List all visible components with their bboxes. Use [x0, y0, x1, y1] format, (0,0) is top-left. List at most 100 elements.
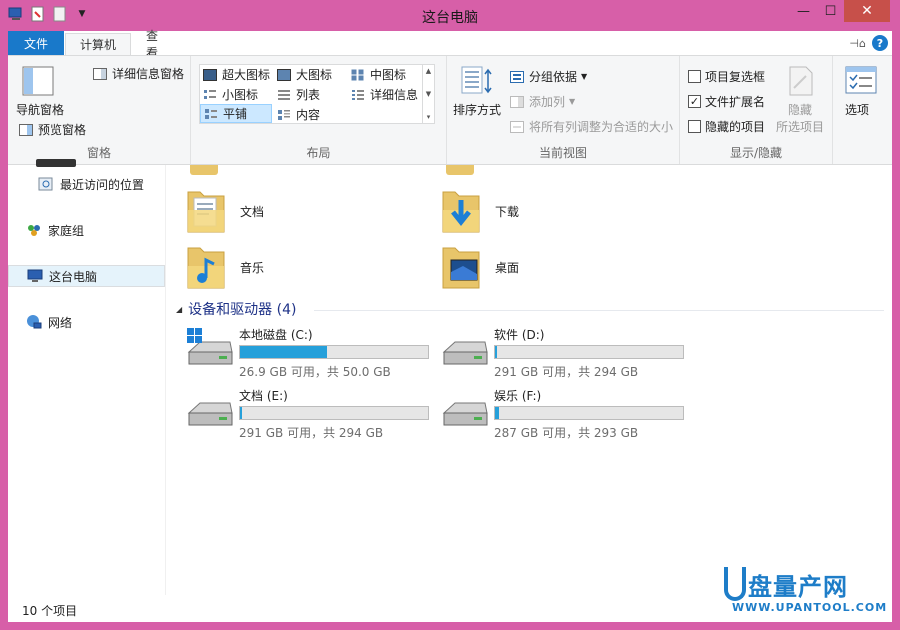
drive-tile[interactable]: 软件 (D:) 291 GB 可用，共 294 GB — [441, 326, 691, 380]
preview-pane-icon — [18, 123, 34, 137]
layout-tiles[interactable]: 平铺 — [200, 104, 272, 123]
layout-gallery: 超大图标 大图标 中图标 小图标 列表 详细信息 平铺 内容 ▲ ▼ ▾ — [199, 64, 435, 124]
details-pane-button[interactable]: 详细信息窗格 — [92, 65, 184, 82]
nav-item-label: 网络 — [48, 315, 73, 330]
layout-item-label: 内容 — [296, 108, 321, 122]
tab-file[interactable]: 文件 — [8, 31, 64, 55]
layout-item-label: 平铺 — [223, 107, 248, 121]
sort-by-button[interactable]: 排序方式 — [453, 101, 501, 118]
hidden-items-label: 隐藏的项目 — [705, 120, 766, 134]
pin-ribbon-icon[interactable]: ⊣⌂ — [849, 37, 866, 50]
nav-item-recent-places[interactable]: 最近访问的位置 — [8, 173, 165, 195]
hide-selected-items-icon[interactable] — [788, 66, 814, 99]
item-checkboxes-label: 项目复选框 — [705, 70, 766, 84]
hard-drive-icon — [442, 402, 488, 426]
nav-item-network[interactable]: 网络 — [8, 311, 165, 333]
file-extensions-toggle[interactable]: ✓ 文件扩展名 — [688, 93, 765, 110]
drive-usage-fill — [240, 346, 327, 358]
preview-pane-label: 预览窗格 — [38, 123, 87, 137]
options-button[interactable]: 选项 — [845, 101, 869, 118]
nav-item-homegroup[interactable]: 家庭组 — [8, 219, 165, 241]
expand-gallery-icon[interactable]: ▾ — [427, 113, 431, 121]
minimize-button[interactable]: — — [790, 0, 817, 22]
title-bar: ▼ 这台电脑 — ☐ ✕ — [0, 0, 900, 31]
layout-details[interactable]: 详细信息 — [348, 85, 422, 104]
network-icon — [26, 315, 42, 329]
layout-large-icons[interactable]: 大图标 — [274, 65, 346, 84]
navigation-pane-button[interactable]: 导航窗格 — [16, 101, 64, 118]
drive-tile[interactable]: 文档 (E:) 291 GB 可用，共 294 GB — [186, 387, 436, 441]
add-columns-button[interactable]: 添加列 ▼ — [509, 93, 575, 110]
sort-by-icon[interactable] — [461, 66, 495, 99]
folder-tile[interactable]: 下载 — [441, 185, 661, 235]
scroll-down-icon[interactable]: ▼ — [426, 90, 431, 98]
folder-tile[interactable]: 文档 — [186, 185, 406, 235]
group-label-panes: 窗格 — [86, 146, 111, 160]
drive-space-info: 291 GB 可用，共 294 GB — [239, 426, 384, 440]
file-extensions-checkbox[interactable]: ✓ — [688, 95, 701, 108]
preview-pane-button[interactable]: 预览窗格 — [18, 121, 86, 138]
hidden-items-checkbox[interactable] — [688, 120, 701, 133]
layout-item-label: 大图标 — [296, 68, 333, 82]
window-frame: ▼ 这台电脑 — ☐ ✕ 文件 计算机 查看 ⊣⌂ ? 导航窗格 预览窗格 详细… — [0, 0, 900, 630]
nav-item-label: 这台电脑 — [49, 269, 98, 284]
music-folder-icon — [187, 247, 225, 289]
hard-drive-icon — [187, 402, 233, 426]
layout-gallery-scroll[interactable]: ▲ ▼ ▾ — [422, 65, 434, 123]
drive-space-info: 291 GB 可用，共 294 GB — [494, 365, 639, 379]
item-checkboxes-toggle[interactable]: 项目复选框 — [688, 68, 765, 85]
drive-tile[interactable]: 本地磁盘 (C:) 26.9 GB 可用，共 50.0 GB — [186, 326, 436, 380]
group-label-show-hide: 显示/隐藏 — [729, 146, 783, 160]
folder-tile[interactable]: 音乐 — [186, 241, 406, 291]
nav-item-label: 家庭组 — [48, 223, 85, 238]
navigation-pane: 最近访问的位置 家庭组 这台电脑 网络 — [8, 159, 166, 595]
devices-section-header[interactable]: ◢ 设备和驱动器 (4) — [176, 299, 296, 319]
size-all-columns-label: 将所有列调整为合适的大小 — [529, 120, 674, 134]
options-icon[interactable] — [845, 66, 877, 97]
computer-icon — [27, 269, 43, 283]
watermark-sub-text: WWW.UPANTOOL.COM — [732, 601, 888, 614]
tab-computer[interactable]: 计算机 — [65, 33, 131, 55]
nav-item-this-pc[interactable]: 这台电脑 — [8, 265, 165, 287]
group-panes: 导航窗格 预览窗格 详细信息窗格 窗格 — [8, 56, 191, 164]
drive-tile[interactable]: 娱乐 (F:) 287 GB 可用，共 293 GB — [441, 387, 691, 441]
content-area: 最近访问的位置 家庭组 这台电脑 网络 文档 下载 音乐 桌面 ◢ 设备和驱动器… — [8, 159, 892, 595]
help-icon[interactable]: ? — [872, 35, 888, 51]
devices-section-title: 设备和驱动器 (4) — [188, 302, 297, 318]
folder-name: 桌面 — [495, 261, 520, 275]
watermark-logo: 盘量产网 WWW.UPANTOOL.COM — [724, 567, 888, 619]
layout-list[interactable]: 列表 — [274, 85, 346, 104]
recent-places-icon — [38, 177, 54, 191]
drive-space-info: 26.9 GB 可用，共 50.0 GB — [239, 365, 391, 379]
file-list: 文档 下载 音乐 桌面 ◢ 设备和驱动器 (4) 本地磁盘 (C:) 26.9 … — [166, 165, 892, 595]
collapse-section-icon[interactable]: ◢ — [176, 305, 182, 314]
layout-small-icons[interactable]: 小图标 — [200, 85, 273, 104]
window-title: 这台电脑 — [422, 10, 478, 26]
extra-large-icons-icon — [202, 68, 218, 82]
details-icon — [350, 88, 366, 102]
layout-extra-large-icons[interactable]: 超大图标 — [200, 65, 273, 84]
group-by-button[interactable]: 分组依据 ▼ — [509, 68, 587, 85]
close-button[interactable]: ✕ — [844, 0, 890, 22]
folder-tile[interactable]: 桌面 — [441, 241, 661, 291]
maximize-button[interactable]: ☐ — [817, 0, 844, 22]
item-count: 10 个项目 — [22, 604, 78, 618]
hidden-items-toggle[interactable]: 隐藏的项目 — [688, 118, 765, 135]
layout-content[interactable]: 内容 — [274, 105, 346, 124]
file-extensions-label: 文件扩展名 — [705, 95, 766, 109]
item-checkboxes-checkbox[interactable] — [688, 70, 701, 83]
layout-medium-icons[interactable]: 中图标 — [348, 65, 422, 84]
scroll-up-icon[interactable]: ▲ — [426, 67, 431, 75]
navigation-pane-icon[interactable] — [22, 66, 54, 99]
tab-view[interactable]: 查看 — [132, 29, 182, 60]
small-icons-icon — [202, 88, 218, 102]
drive-usage-fill — [495, 346, 497, 358]
layout-item-label: 超大图标 — [222, 68, 271, 82]
watermark-main-text: 盘量产网 — [748, 573, 848, 601]
group-by-icon — [509, 70, 525, 84]
status-bar: 10 个项目 盘量产网 WWW.UPANTOOL.COM — [8, 567, 892, 622]
layout-item-label: 小图标 — [222, 88, 259, 102]
size-all-columns-button[interactable]: 将所有列调整为合适的大小 — [509, 118, 673, 135]
layout-item-label: 中图标 — [370, 68, 407, 82]
nav-partial-item — [36, 159, 76, 167]
